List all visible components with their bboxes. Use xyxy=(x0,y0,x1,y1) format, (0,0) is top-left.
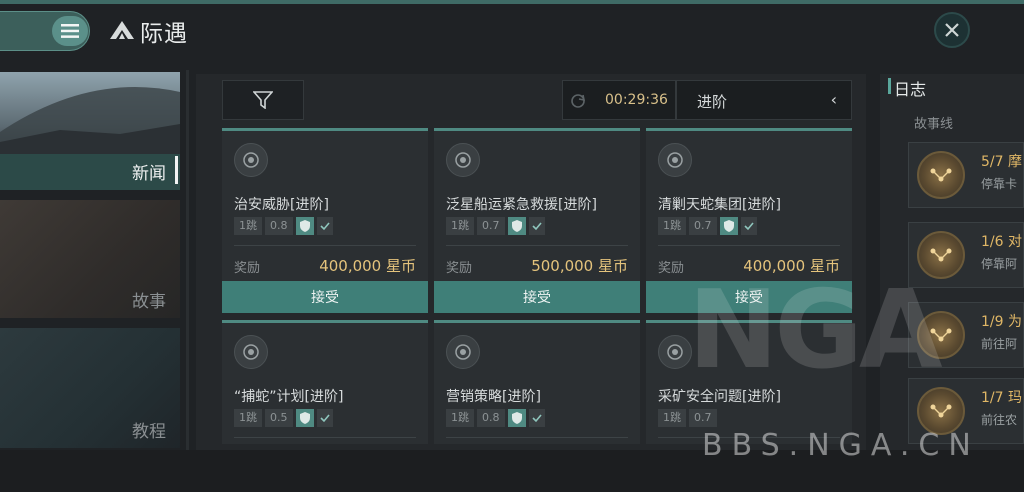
accept-button[interactable]: 接受 xyxy=(222,281,428,313)
reward-label: 奖励 xyxy=(234,261,261,276)
watermark-site: BBS.NGA.CN xyxy=(702,428,980,463)
card-divider xyxy=(234,437,416,438)
left-nav: 新闻 故事 教程 xyxy=(0,70,188,450)
jump-tag: 1跳 xyxy=(658,217,686,235)
mission-title: “捕蛇”计划[进阶] xyxy=(234,389,344,405)
close-button[interactable] xyxy=(934,12,970,48)
mission-card[interactable]: “捕蛇”计划[进阶] 1跳 0.5 xyxy=(222,320,428,444)
nav-active-indicator xyxy=(175,156,178,184)
nav-news-footer: 新闻 xyxy=(0,154,180,190)
card-divider xyxy=(234,245,416,246)
card-divider xyxy=(446,245,628,246)
security-tag: 0.8 xyxy=(265,217,293,235)
storyline-item[interactable]: 5/7 摩 停靠卡 xyxy=(908,142,1024,208)
storyline-desc: 停靠阿 xyxy=(981,257,1018,271)
nav-label-tutorial: 教程 xyxy=(132,422,166,442)
tier-selector[interactable]: 进阶 ‹ xyxy=(676,80,852,120)
security-tag: 0.7 xyxy=(477,217,505,235)
nav-item-story[interactable]: 故事 xyxy=(0,200,180,318)
mission-tags: 1跳 0.7 xyxy=(446,217,545,235)
card-divider xyxy=(446,437,628,438)
nav-item-tutorial[interactable]: 教程 xyxy=(0,328,180,448)
timer-text: 00:29:36 xyxy=(605,92,668,108)
menu-icon xyxy=(61,24,79,38)
nav-divider xyxy=(186,70,189,450)
mission-tags: 1跳 0.8 xyxy=(234,217,333,235)
check-icon xyxy=(740,217,757,235)
check-icon xyxy=(528,409,545,427)
mission-tags: 1跳 0.7 xyxy=(658,217,757,235)
check-icon xyxy=(528,217,545,235)
mission-target-icon xyxy=(658,143,692,177)
filter-icon xyxy=(253,91,273,109)
mission-tags: 1跳 0.8 xyxy=(446,409,545,427)
log-title-marker xyxy=(888,78,891,94)
shield-icon xyxy=(295,217,314,235)
storyline-progress: 1/6 对 xyxy=(981,234,1022,250)
refresh-timer[interactable]: 00:29:36 xyxy=(562,80,676,120)
news-thumbnail xyxy=(0,87,180,154)
mission-target-icon xyxy=(446,335,480,369)
chevron-left-icon[interactable]: ‹ xyxy=(831,90,837,109)
nav-item-news[interactable]: 新闻 xyxy=(0,72,180,190)
storyline-desc: 停靠卡 xyxy=(981,177,1018,191)
mission-title: 营销策略[进阶] xyxy=(446,389,541,405)
mission-tags: 1跳 0.7 xyxy=(658,409,717,427)
card-divider xyxy=(658,245,840,246)
mission-card[interactable]: 泛星船运紧急救援[进阶] 1跳 0.7 奖励 500,000 星币 接受 xyxy=(434,128,640,313)
accept-button[interactable]: 接受 xyxy=(434,281,640,313)
shield-icon xyxy=(507,409,526,427)
check-icon xyxy=(316,409,333,427)
nav-label-news: 新闻 xyxy=(132,164,166,184)
nav-label-story: 故事 xyxy=(132,292,166,312)
jump-tag: 1跳 xyxy=(446,217,474,235)
jump-tag: 1跳 xyxy=(658,409,686,427)
storyline-progress: 1/9 为 xyxy=(981,314,1022,330)
mission-target-icon xyxy=(446,143,480,177)
storyline-node-icon xyxy=(917,151,965,199)
storyline-progress: 1/7 玛 xyxy=(981,390,1022,406)
reward-value: 500,000 星币 xyxy=(531,257,628,275)
jump-tag: 1跳 xyxy=(234,217,262,235)
filter-button[interactable] xyxy=(222,80,304,120)
refresh-icon xyxy=(571,94,586,108)
shield-icon xyxy=(295,409,314,427)
mission-card[interactable]: 治安威胁[进阶] 1跳 0.8 奖励 400,000 星币 接受 xyxy=(222,128,428,313)
close-icon xyxy=(945,23,959,37)
check-icon xyxy=(316,217,333,235)
storyline-desc: 前往农 xyxy=(981,413,1018,427)
header: 际遇 xyxy=(0,4,1024,62)
storyline-progress: 5/7 摩 xyxy=(981,154,1022,170)
shield-icon xyxy=(719,217,738,235)
page-title: 际遇 xyxy=(140,21,188,47)
title-logo-icon xyxy=(110,21,134,39)
jump-tag: 1跳 xyxy=(234,409,262,427)
jump-tag: 1跳 xyxy=(446,409,474,427)
reward-value: 400,000 星币 xyxy=(319,257,416,275)
mission-title: 治安威胁[进阶] xyxy=(234,197,329,213)
mission-title: 清剿天蛇集团[进阶] xyxy=(658,197,781,213)
menu-button[interactable] xyxy=(52,16,88,46)
watermark-logo: NGA xyxy=(688,268,943,393)
mission-tags: 1跳 0.5 xyxy=(234,409,333,427)
security-tag: 0.7 xyxy=(689,409,717,427)
security-tag: 0.8 xyxy=(477,409,505,427)
mission-target-icon xyxy=(234,335,268,369)
log-subtitle: 故事线 xyxy=(914,117,954,132)
mission-target-icon xyxy=(658,335,692,369)
log-title: 日志 xyxy=(894,80,927,99)
tier-label: 进阶 xyxy=(697,93,728,111)
storyline-desc: 前往阿 xyxy=(981,337,1018,351)
mission-target-icon xyxy=(234,143,268,177)
shield-icon xyxy=(507,217,526,235)
mission-toolbar: 00:29:36 进阶 ‹ xyxy=(222,80,852,120)
security-tag: 0.7 xyxy=(689,217,717,235)
mission-title: 泛星船运紧急救援[进阶] xyxy=(446,197,597,213)
mission-card[interactable]: 营销策略[进阶] 1跳 0.8 xyxy=(434,320,640,444)
reward-label: 奖励 xyxy=(658,261,685,276)
reward-label: 奖励 xyxy=(446,261,473,276)
security-tag: 0.5 xyxy=(265,409,293,427)
